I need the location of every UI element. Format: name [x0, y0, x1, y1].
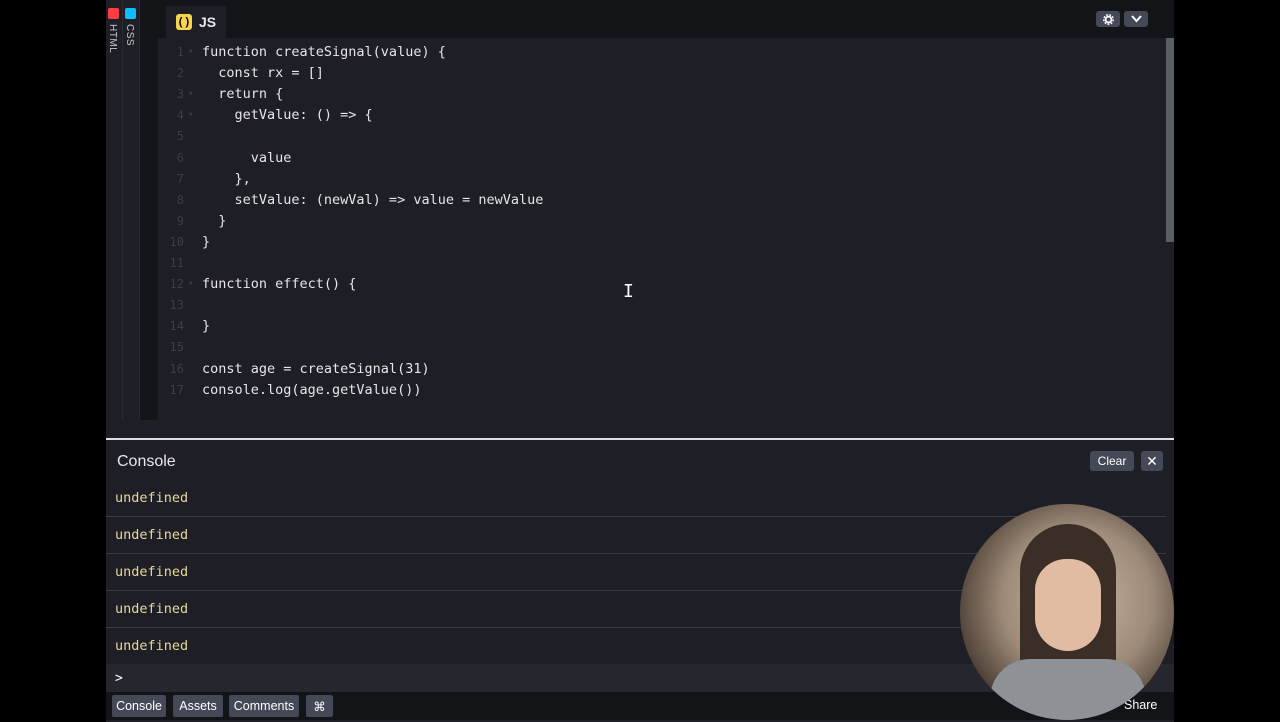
code-line[interactable]: 6 value [158, 148, 1158, 169]
settings-button[interactable] [1096, 11, 1120, 27]
console-tab-button[interactable]: Console [112, 695, 166, 717]
line-number: 14 [169, 319, 184, 334]
code-text: }, [202, 170, 251, 187]
console-log-text: undefined [115, 564, 189, 580]
line-number: 11 [169, 256, 184, 270]
fold-arrow-icon[interactable]: ▾ [188, 105, 193, 126]
webcam-face [1035, 559, 1101, 651]
editor-scroll-thumb[interactable] [1166, 38, 1174, 242]
line-number: 8 [176, 192, 184, 207]
line-number: 9 [176, 213, 184, 228]
code-text: const age = createSignal(31) [202, 360, 430, 377]
code-text: const rx = [] [202, 65, 324, 82]
code-text: setValue: (newVal) => value = newValue [202, 191, 544, 208]
line-number: 1 [176, 45, 184, 59]
line-number: 17 [169, 382, 184, 397]
code-text: } [202, 212, 227, 229]
code-line[interactable]: 12 ▾ function effect() { [158, 274, 1158, 295]
chevron-down-icon [1130, 15, 1142, 23]
keyboard-shortcuts-button[interactable]: ⌘ [306, 695, 333, 717]
line-number: 12 [169, 277, 184, 292]
fold-arrow-icon[interactable]: ▾ [188, 84, 193, 105]
console-log-text: undefined [115, 601, 189, 617]
html-panel-label: HTML [107, 24, 118, 54]
fold-arrow-icon[interactable]: ▾ [188, 274, 193, 295]
code-line[interactable]: 7 }, [158, 169, 1158, 190]
code-line[interactable]: 5 [158, 126, 1158, 147]
code-text: function effect() { [202, 276, 357, 293]
console-log-text: undefined [115, 527, 189, 543]
code-line[interactable]: 17 console.log(age.getValue()) [158, 380, 1158, 401]
fold-arrow-icon[interactable]: ▾ [188, 42, 193, 63]
code-line[interactable]: 10} [158, 232, 1158, 253]
html-badge-icon [108, 8, 119, 19]
console-log-row: undefined [106, 480, 1166, 517]
css-badge-icon [125, 8, 136, 19]
line-number: 15 [169, 340, 184, 355]
html-panel-collapsed[interactable]: HTML [106, 0, 123, 420]
line-number: 2 [176, 66, 184, 81]
code-text: } [202, 318, 211, 335]
line-number: 13 [169, 298, 184, 313]
code-line[interactable]: 11 [158, 253, 1158, 274]
code-line[interactable]: 16 const age = createSignal(31) [158, 359, 1158, 380]
code-text: function createSignal(value) { [202, 44, 446, 60]
js-badge-icon: ( ) [176, 14, 192, 30]
webcam-shirt [990, 659, 1146, 720]
css-panel-label: CSS [124, 24, 135, 47]
code-line[interactable]: 1 ▾ function createSignal(value) { [158, 42, 1158, 63]
code-text: return { [202, 86, 284, 103]
line-number: 6 [176, 150, 184, 165]
code-text: console.log(age.getValue()) [202, 381, 422, 398]
tab-js-label: JS [199, 14, 217, 30]
editor-tabbar: ( ) JS [158, 0, 1174, 38]
panel-resize-handle[interactable] [140, 0, 159, 420]
code-text: getValue: () => { [202, 107, 373, 124]
editor-scrollbar[interactable] [1166, 38, 1174, 420]
close-console-button[interactable]: ✕ [1141, 451, 1163, 471]
line-number: 16 [169, 361, 184, 376]
clear-button[interactable]: Clear [1090, 451, 1134, 471]
collapse-button[interactable] [1124, 11, 1148, 27]
code-line[interactable]: 14} [158, 316, 1158, 337]
assets-button[interactable]: Assets [173, 695, 223, 717]
code-text: value [202, 149, 292, 166]
css-panel-collapsed[interactable]: CSS [123, 0, 140, 420]
code-line[interactable]: 4 ▾ getValue: () => { [158, 105, 1158, 126]
code-line[interactable]: 2 const rx = [] [158, 63, 1158, 84]
code-line[interactable]: 15 [158, 337, 1158, 358]
code-line[interactable]: 8 setValue: (newVal) => value = newValue [158, 190, 1158, 211]
code-line[interactable]: 3 ▾ return { [158, 84, 1158, 105]
line-number: 5 [176, 129, 184, 144]
webcam-overlay [960, 504, 1174, 720]
line-number: 7 [176, 171, 184, 186]
console-header: Console Clear ✕ [106, 440, 1174, 480]
code-line[interactable]: 13 [158, 295, 1158, 316]
line-number: 3 [176, 87, 184, 102]
console-log-text: undefined [115, 490, 189, 506]
console-log-text: undefined [115, 638, 189, 654]
code-text: } [202, 233, 211, 250]
line-number: 10 [169, 234, 184, 249]
comments-button[interactable]: Comments [229, 695, 299, 717]
line-number: 4 [176, 108, 184, 123]
js-editor: ( ) JS 1 ▾ function createSignal(value) { 2… [158, 0, 1174, 420]
gear-icon [1102, 13, 1114, 25]
code-area[interactable]: 1 ▾ function createSignal(value) { 2 const … [158, 38, 1174, 420]
code-line[interactable]: 9 } [158, 211, 1158, 232]
console-title: Console [117, 453, 176, 470]
console-prompt: > [115, 671, 123, 686]
text-cursor-icon: I [623, 281, 634, 302]
tab-js[interactable]: ( ) JS [166, 6, 227, 38]
